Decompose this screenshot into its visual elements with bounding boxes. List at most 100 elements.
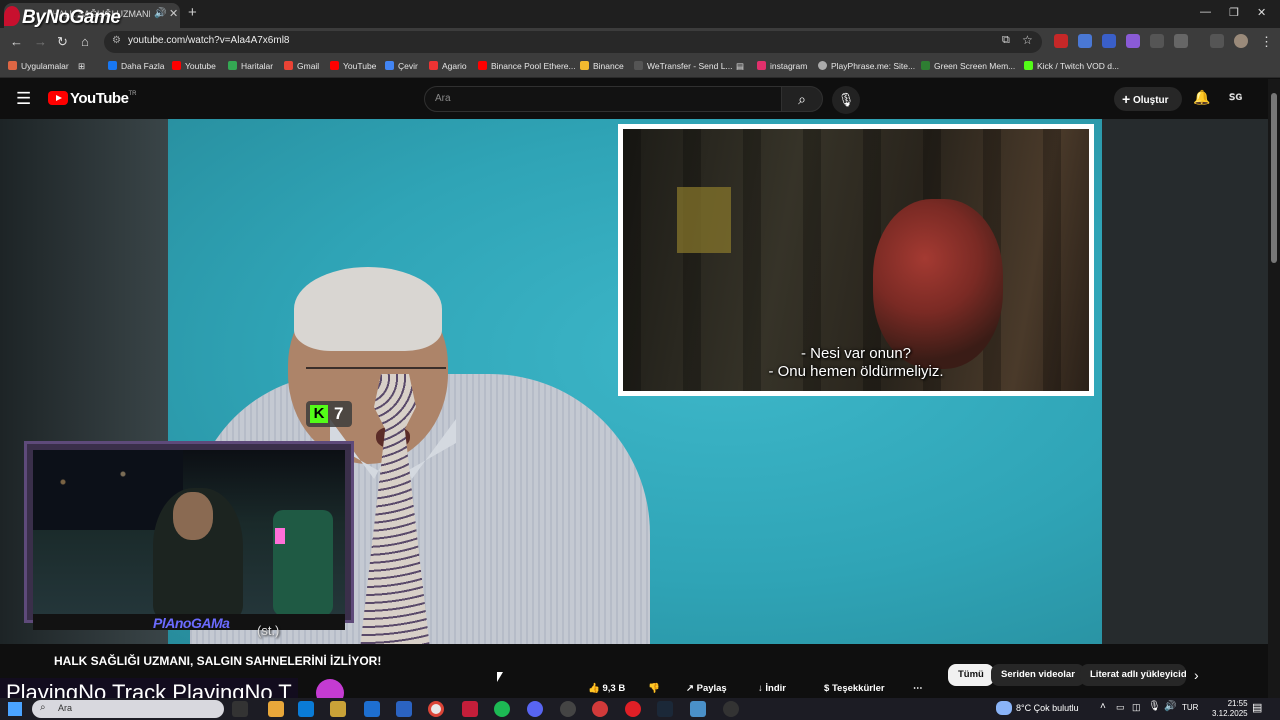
minimize-button[interactable]: — — [1200, 6, 1211, 18]
weather-cloud-icon[interactable] — [996, 701, 1012, 715]
share-button[interactable]: ↗ Paylaş — [686, 680, 727, 698]
scrollbar-thumb[interactable] — [1271, 93, 1277, 263]
bookmark-playphrase[interactable]: PlayPhrase.me: Site... — [818, 61, 915, 71]
tray-chevron-icon[interactable]: ˄ — [1100, 701, 1106, 712]
windows-start-icon[interactable] — [8, 702, 22, 716]
chips-next-chevron-icon[interactable]: › — [1194, 667, 1199, 683]
chrome-icon[interactable] — [428, 701, 444, 717]
video-player[interactable]: - Nesi var onun? - Onu hemen öldürmeliyi… — [0, 119, 1268, 644]
tray-mic-icon[interactable]: 🎙 — [1148, 701, 1161, 712]
task-view-icon[interactable] — [232, 701, 248, 717]
file-explorer-icon[interactable] — [268, 701, 284, 717]
tray-network-icon[interactable]: ▭ — [1116, 702, 1125, 713]
extension-new-icon[interactable] — [1054, 34, 1068, 48]
bookmark-maps[interactable]: Haritalar — [228, 61, 273, 71]
back-arrow-icon[interactable]: ← — [10, 34, 23, 49]
site-info-icon[interactable]: ⚙ — [112, 35, 121, 46]
taskbar-clock[interactable]: 21:55 3.12.2025 — [1212, 699, 1248, 719]
bookmark-folder-icon[interactable]: ▤ — [736, 61, 744, 72]
notifications-bell-icon[interactable]: 🔔 — [1193, 89, 1210, 106]
subtitle-line-2: - Onu hemen öldürmeliyiz. — [768, 363, 944, 380]
url-text[interactable]: youtube.com/watch?v=Ala4A7x6ml8 — [128, 35, 289, 46]
extensions-puzzle-icon[interactable] — [1174, 34, 1188, 48]
new-tab-button[interactable]: + — [188, 4, 197, 21]
bookmark-grid-icon[interactable]: ⊞ — [78, 61, 85, 72]
opera-icon[interactable] — [625, 701, 641, 717]
bookmark-binance-pool[interactable]: Binance Pool Ethere... — [478, 61, 576, 71]
forward-arrow-icon[interactable]: → — [34, 34, 47, 49]
taskbar-search[interactable]: ⌕ Ara — [32, 700, 224, 718]
tab-audio-icon[interactable]: 🔊 — [154, 8, 166, 19]
thanks-button[interactable]: $ Teşekkürler — [824, 680, 885, 698]
search-button[interactable]: ⌕ — [781, 86, 823, 112]
chip-all[interactable]: Tümü — [948, 664, 994, 686]
install-app-icon[interactable]: ⧉ — [1002, 34, 1010, 47]
media-control-icon[interactable] — [1210, 34, 1224, 48]
store-icon[interactable] — [364, 701, 380, 717]
menu-kebab-icon[interactable]: ⋮ — [1260, 34, 1273, 50]
bookmark-youtube-2[interactable]: YouTube — [330, 61, 376, 71]
folder-icon[interactable] — [330, 701, 346, 717]
bookmark-agario[interactable]: Agario — [429, 61, 467, 71]
edge-icon[interactable] — [298, 701, 314, 717]
notification-center-icon[interactable]: ▤ — [1252, 701, 1262, 714]
close-window-button[interactable]: ✕ — [1257, 6, 1266, 19]
extension-box-icon[interactable] — [1150, 34, 1164, 48]
download-button[interactable]: ↓ İndir — [758, 680, 786, 698]
bookmark-gmail[interactable]: Gmail — [284, 61, 319, 71]
profile-avatar-icon[interactable] — [1234, 34, 1248, 48]
steam-icon[interactable] — [657, 701, 673, 717]
like-button[interactable]: 👍 9,3 B — [588, 680, 625, 698]
restore-button[interactable]: ❐ — [1229, 6, 1239, 19]
search-icon: ⌕ — [798, 91, 806, 107]
input-language[interactable]: TUR — [1182, 703, 1198, 712]
tab-close-icon[interactable]: ✕ — [169, 7, 178, 20]
bookmark-binance[interactable]: Binance — [580, 61, 624, 71]
youtube-logo[interactable]: YouTubeTR — [48, 90, 136, 108]
app-gray-icon[interactable] — [723, 701, 739, 717]
discord-icon[interactable] — [527, 701, 543, 717]
app-blue-icon[interactable] — [690, 701, 706, 717]
voice-search-button[interactable]: 🎙 — [832, 86, 860, 114]
reload-icon[interactable]: ↻ — [57, 34, 68, 50]
bookmark-greenscreen[interactable]: Green Screen Mem... — [921, 61, 1015, 71]
more-actions-button[interactable]: ⋯ — [913, 680, 923, 698]
extension-pen-icon[interactable] — [1126, 34, 1140, 48]
hamburger-menu-icon[interactable]: ☰ — [16, 89, 31, 109]
chip-uploader[interactable]: Literat adlı yükleyiciden — [1080, 664, 1186, 686]
kick-icon — [1024, 61, 1033, 70]
tray-app-icon[interactable]: ◫ — [1132, 702, 1141, 713]
bookmark-wetransfer[interactable]: WeTransfer - Send L... — [634, 61, 733, 71]
tray-volume-icon[interactable]: 🔊 — [1164, 701, 1176, 712]
obs-icon[interactable] — [560, 701, 576, 717]
page-scrollbar[interactable] — [1268, 79, 1280, 698]
playphrase-icon — [818, 61, 827, 70]
app-circle-icon[interactable] — [592, 701, 608, 717]
clip-sign — [677, 187, 731, 253]
clock-time: 21:55 — [1227, 699, 1248, 708]
search-input[interactable]: Ara — [424, 86, 782, 112]
create-button[interactable]: + Oluştur — [1114, 87, 1182, 111]
youtube-icon — [330, 61, 339, 70]
spotify-taskbar-icon[interactable] — [494, 701, 510, 717]
outlook-icon[interactable] — [396, 701, 412, 717]
youtube-header: ☰ YouTubeTR Ara ⌕ 🎙 + Oluştur 🔔 ꜱɢ — [0, 79, 1280, 119]
bookmark-translate[interactable]: Çevir — [385, 61, 418, 71]
bookmark-facebook[interactable]: Daha Fazla — [108, 61, 164, 71]
bookmark-apps[interactable]: Uygulamalar — [8, 61, 69, 71]
address-bar[interactable]: ⚙ youtube.com/watch?v=Ala4A7x6ml8 ⧉ ☆ — [104, 31, 1042, 53]
home-icon[interactable]: ⌂ — [81, 34, 89, 49]
bookmark-kick[interactable]: Kick / Twitch VOD d... — [1024, 61, 1119, 71]
dislike-button[interactable]: 👎 — [648, 680, 660, 698]
bookmark-star-icon[interactable]: ☆ — [1022, 33, 1033, 47]
extension-wave-icon[interactable] — [1102, 34, 1116, 48]
bookmark-instagram[interactable]: instagram — [757, 61, 807, 71]
taskbar-weather[interactable]: 8°C Çok bulutlu — [1016, 703, 1079, 713]
account-avatar[interactable]: ꜱɢ — [1229, 89, 1242, 103]
bookmark-youtube-1[interactable]: Youtube — [172, 61, 216, 71]
extension-translate-icon[interactable] — [1078, 34, 1092, 48]
chip-series[interactable]: Seriden videolar — [991, 664, 1085, 686]
search-placeholder: Ara — [435, 93, 451, 104]
app-red-icon[interactable] — [462, 701, 478, 717]
thumbs-down-icon: 👎 — [648, 683, 660, 694]
